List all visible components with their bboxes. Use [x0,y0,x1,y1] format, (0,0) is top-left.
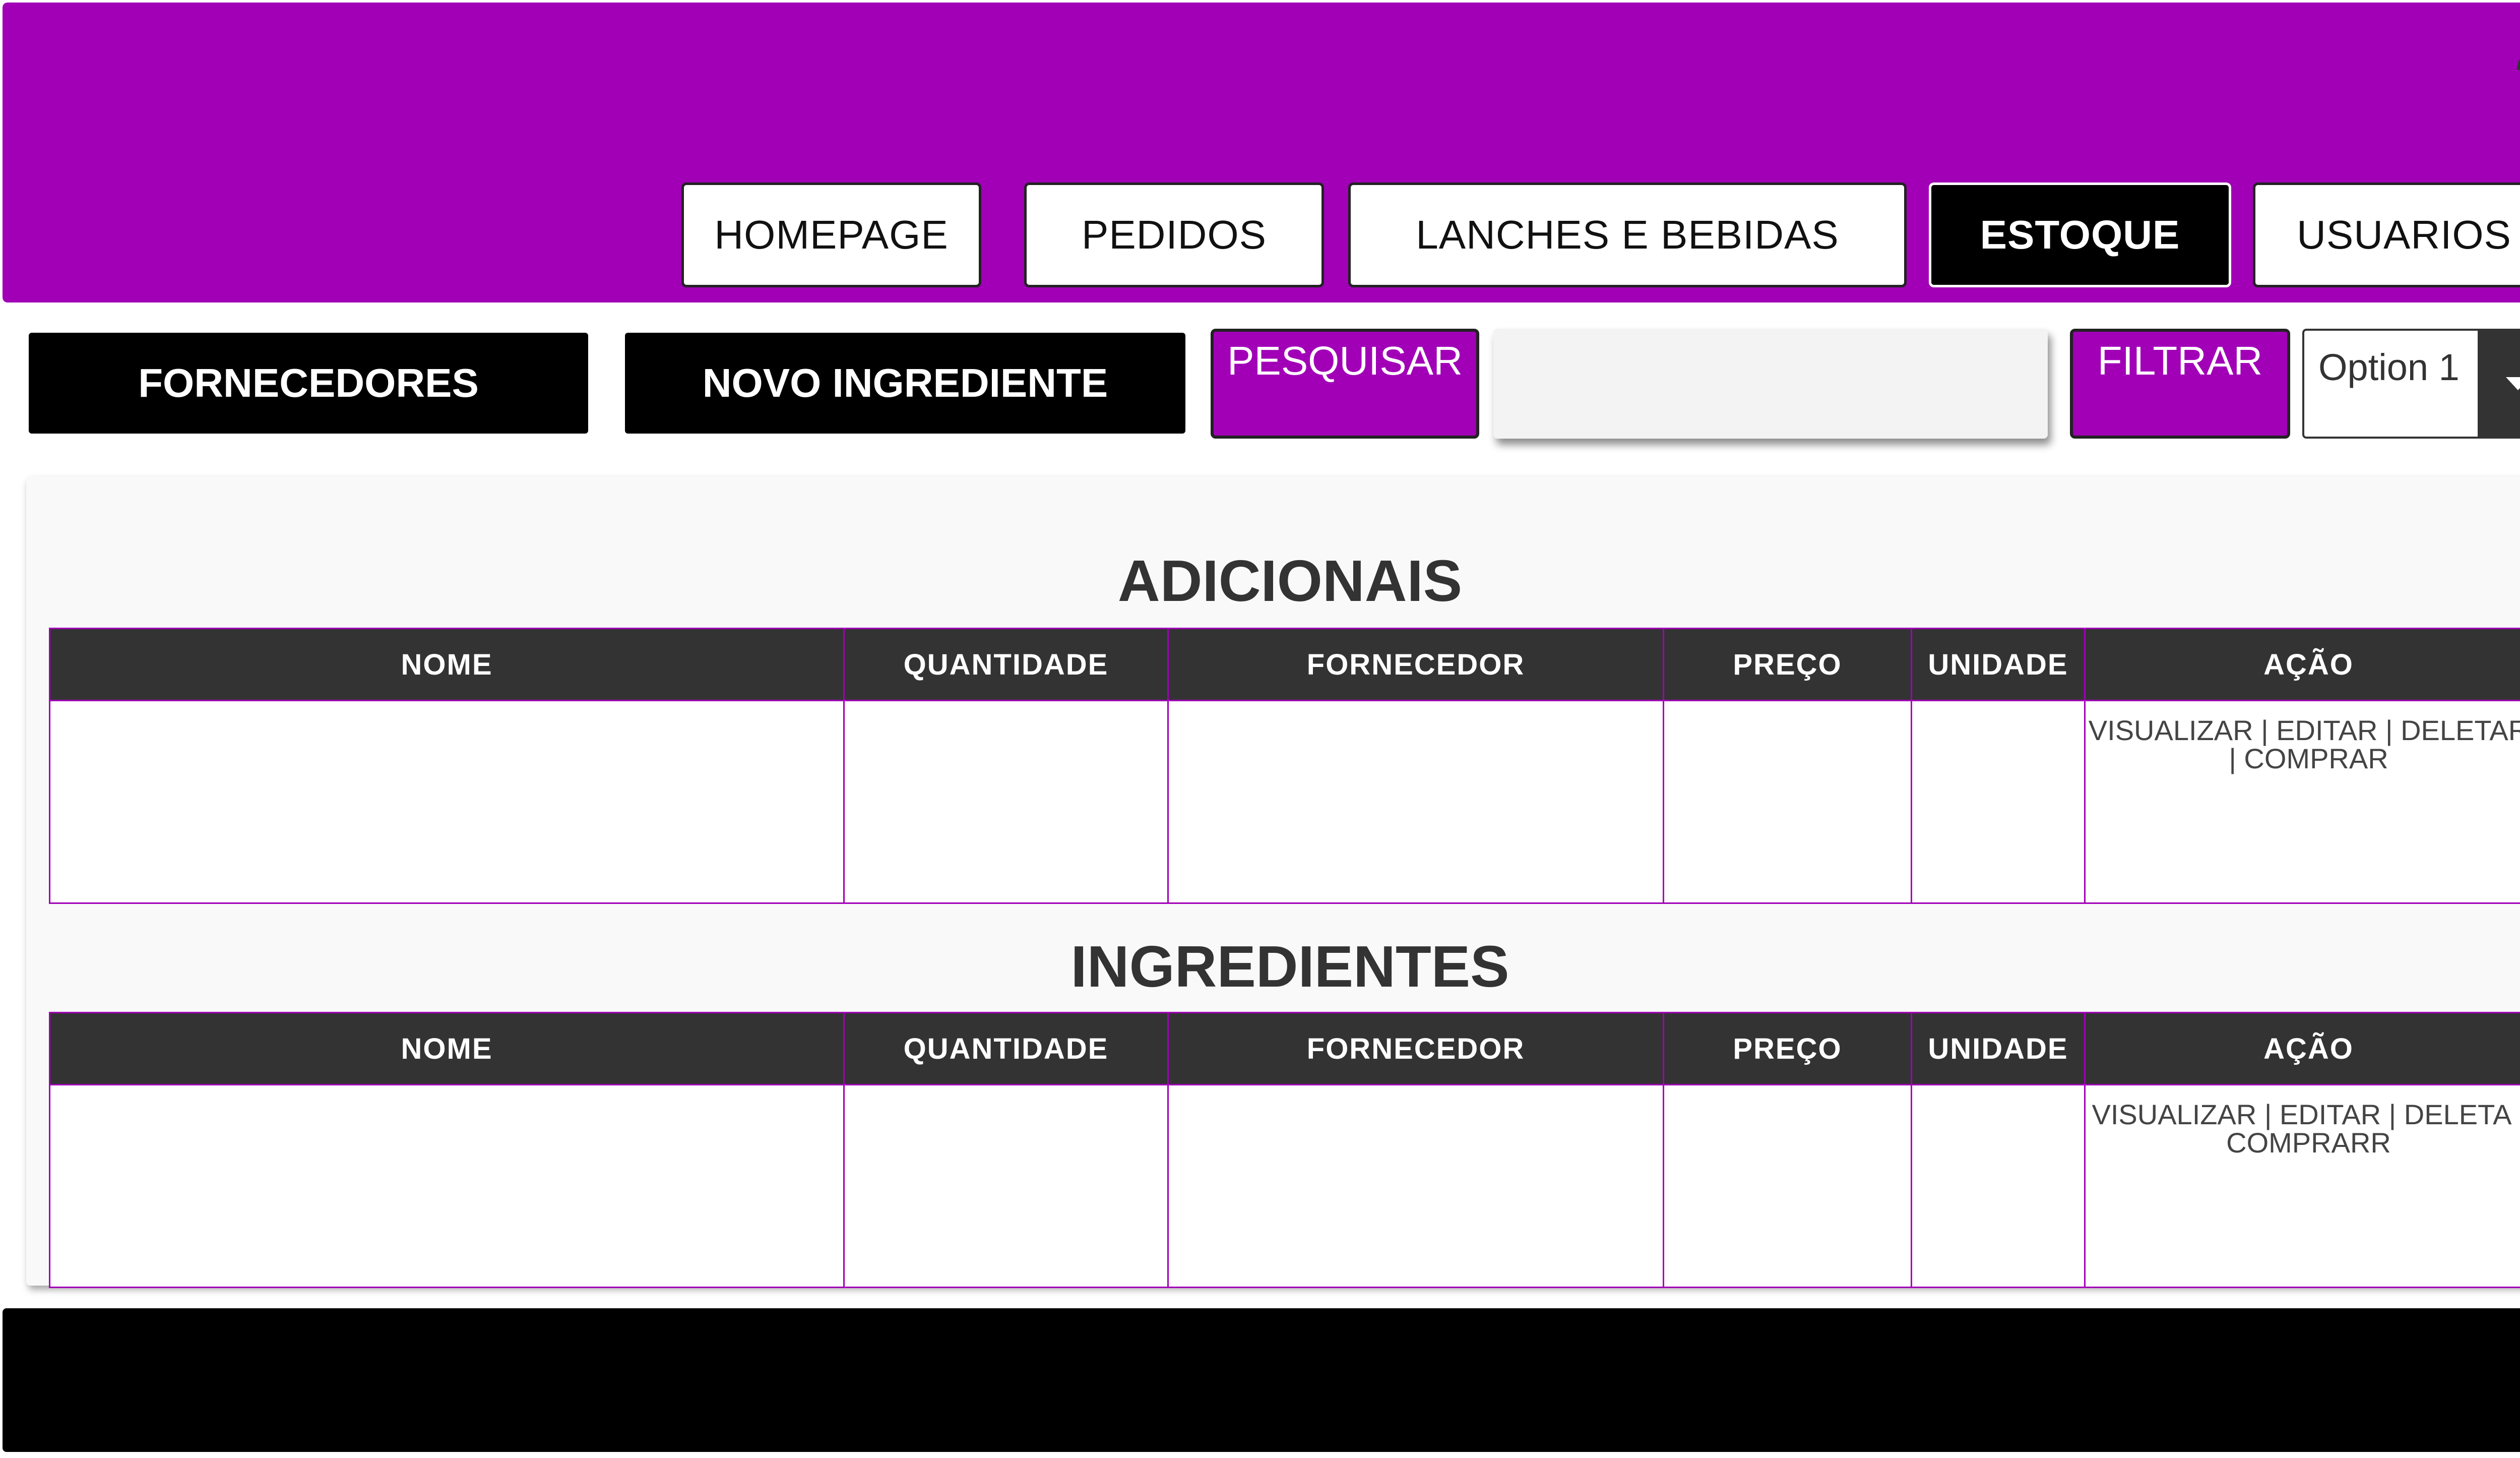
nav-pedidos[interactable]: PEDIDOS [1024,183,1324,287]
column-header: PREÇO [1663,628,1912,701]
cell-quantidade [843,1084,1169,1288]
nav-homepage[interactable]: HOMEPAGE [681,183,981,287]
column-header: QUANTIDADE [843,628,1169,701]
fornecedores-button[interactable]: FORNECEDORES [29,333,588,434]
cell-preco [1663,700,1912,904]
search-input[interactable] [1493,329,2048,439]
table-header-row: NOME QUANTIDADE FORNECEDOR PREÇO UNIDADE… [49,1012,2520,1085]
novo-ingrediente-button[interactable]: NOVO INGREDIENTE [625,333,1185,434]
pesquisar-button[interactable]: PESQUISAR [1211,329,1479,439]
column-header: PREÇO [1663,1012,1912,1085]
section-title-ingredientes: INGREDIENTES [1070,934,1509,999]
cell-nome [49,700,845,904]
nav-estoque[interactable]: ESTOQUE [1929,183,2231,287]
user-icon[interactable] [2515,21,2520,82]
column-header: UNIDADE [1911,628,2086,701]
caret-down-icon [2506,377,2520,390]
cell-nome [49,1084,845,1288]
filtrar-button[interactable]: FILTRAR [2070,329,2290,439]
nav-usuarios[interactable]: USUARIOS [2253,183,2520,287]
cell-acao[interactable]: VISUALIZAR | EDITAR | DELETAR | COMPRAR [2084,700,2520,904]
cell-quantidade [843,700,1169,904]
adicionais-table: NOME QUANTIDADE FORNECEDOR PREÇO UNIDADE… [49,628,2520,904]
column-header: AÇÃO [2084,1012,2520,1085]
column-header: FORNECEDOR [1167,628,1664,701]
column-header: UNIDADE [1911,1012,2086,1085]
cell-unidade [1911,700,2086,904]
nav-lanches-e-bebidas[interactable]: LANCHES E BEBIDAS [1348,183,1907,287]
cell-fornecedor [1167,1084,1664,1288]
cell-unidade [1911,1084,2086,1288]
section-title-adicionais: ADICIONAIS [1117,548,1463,614]
ingredientes-table: NOME QUANTIDADE FORNECEDOR PREÇO UNIDADE… [49,1012,2520,1288]
column-header: AÇÃO [2084,628,2520,701]
cell-preco [1663,1084,1912,1288]
table-header-row: NOME QUANTIDADE FORNECEDOR PREÇO UNIDADE… [49,628,2520,701]
table-row: VISUALIZAR | EDITAR | DELETA | COMPRARR [49,1084,2520,1288]
dropdown-arrow[interactable] [2478,331,2520,437]
table-row: VISUALIZAR | EDITAR | DELETAR | COMPRAR [49,700,2520,904]
cell-acao[interactable]: VISUALIZAR | EDITAR | DELETA | COMPRARR [2084,1084,2520,1288]
column-header: NOME [49,628,845,701]
filter-select-value: Option 1 [2318,346,2460,388]
column-header: NOME [49,1012,845,1085]
column-header: QUANTIDADE [843,1012,1169,1085]
footer [3,1308,2520,1452]
content-card: ADICIONAIS NOME QUANTIDADE FORNECEDOR PR… [26,476,2520,1288]
filter-select[interactable]: Option 1 [2302,329,2520,439]
cell-fornecedor [1167,700,1664,904]
column-header: FORNECEDOR [1167,1012,1664,1085]
